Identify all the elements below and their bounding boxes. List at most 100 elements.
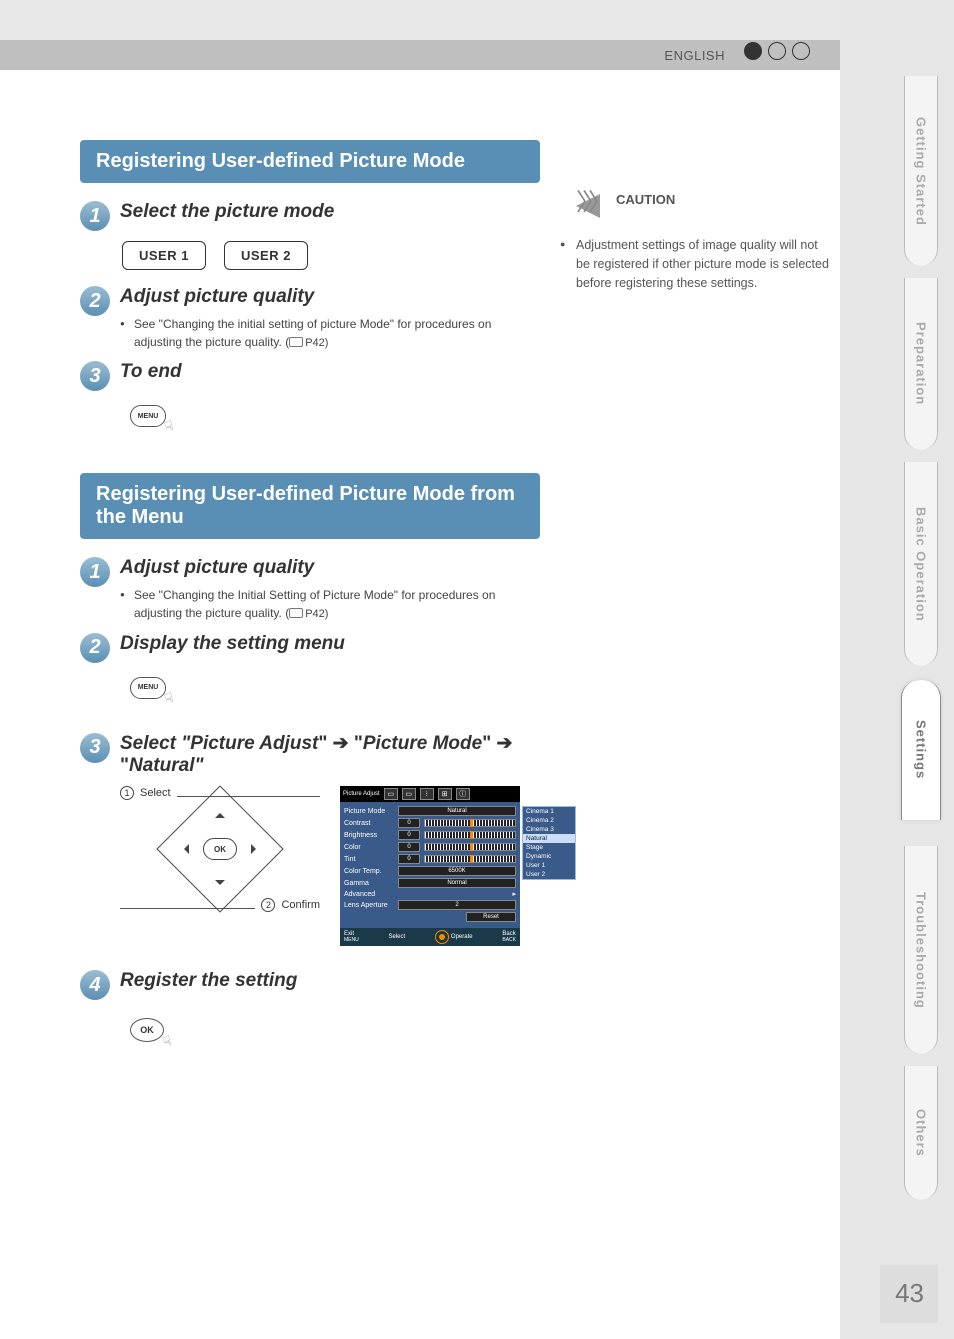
language-label: ENGLISH (664, 48, 725, 63)
s1-step2-bullet: See "Changing the initial setting of pic… (120, 315, 540, 352)
section2-header: Registering User-defined Picture Mode fr… (80, 473, 540, 539)
osd-tab-icon: ⁝ (420, 788, 434, 800)
user2-button[interactable]: USER 2 (224, 241, 308, 270)
s2-step2: 2 Display the setting menu (80, 633, 540, 663)
tab-troubleshooting[interactable]: Troubleshooting (904, 846, 938, 1054)
osd-label: Gamma (344, 880, 394, 887)
osd-popup-item: Natural (523, 834, 575, 843)
page-ref-icon (289, 337, 303, 347)
ok-button[interactable]: OK ☟ (130, 1018, 164, 1042)
osd-label: Picture Mode (344, 808, 394, 815)
s2-step4-title: Register the setting (120, 970, 540, 993)
s2-step1-bullet: See "Changing the Initial Setting of Pic… (120, 586, 540, 623)
tab-basic-operation[interactable]: Basic Operation (904, 462, 938, 666)
nav-diagram: 1 Select OK (120, 786, 320, 946)
osd-tab-icon: ▭ (384, 788, 398, 800)
arrow-down-icon (215, 880, 225, 890)
step-number-icon: 3 (80, 733, 110, 763)
t: Natural (129, 755, 194, 776)
joystick-icon (435, 930, 449, 944)
step-number-icon: 2 (80, 286, 110, 316)
arrow-right-icon (251, 844, 261, 854)
dot-outline-icon (792, 42, 810, 60)
s2-step3: 3 Select "Picture Adjust" ➔ "Picture Mod… (80, 733, 540, 947)
top-bar (0, 0, 840, 40)
user1-button[interactable]: USER 1 (122, 241, 206, 270)
osd-value: 2 (398, 900, 516, 910)
tab-label: Getting Started (914, 117, 929, 226)
ok-pill: OK (130, 1018, 164, 1042)
osd-screenshot: Picture Adjust ▭ ▭ ⁝ ⊞ ⓘ Picture Mode Nat… (340, 786, 520, 946)
t: Select " (120, 733, 190, 754)
tab-others[interactable]: Others (904, 1066, 938, 1200)
side-tabs: Getting Started Preparation Basic Operat… (844, 0, 954, 1339)
osd-value: Natural (398, 806, 516, 816)
osd-value: 0 (398, 830, 420, 840)
osd-popup-item: User 2 (523, 870, 575, 879)
user-buttons: USER 1 USER 2 (122, 241, 540, 270)
dot-outline-icon (768, 42, 786, 60)
osd-tab-icon: ⓘ (456, 788, 470, 800)
osd-foot-back-sub: BACK (502, 937, 516, 943)
osd-popup-item: Cinema 3 (523, 825, 575, 834)
menu-button[interactable]: MENU ☟ (130, 405, 166, 427)
dot-filled-icon (744, 42, 762, 60)
fig-select-label: Select (140, 787, 171, 799)
s1-step3: 3 To end (80, 361, 540, 391)
osd-value: 6500K (398, 866, 516, 876)
step-number-icon: 3 (80, 361, 110, 391)
osd-label: Advanced (344, 891, 394, 898)
menu-pill: MENU (130, 677, 166, 699)
page-ref: P42) (305, 608, 328, 620)
osd-tab-active: Picture Adjust (343, 791, 380, 797)
tab-getting-started[interactable]: Getting Started (904, 76, 938, 266)
step-number-icon: 1 (80, 201, 110, 231)
osd-label: Tint (344, 856, 394, 863)
tab-label: Preparation (914, 322, 929, 405)
s1-step3-title: To end (120, 361, 540, 384)
osd-label: Brightness (344, 832, 394, 839)
t: Picture Mode (363, 733, 482, 754)
tab-label: Settings (914, 720, 929, 779)
page-ref: P42) (305, 337, 328, 349)
osd-tabs: Picture Adjust ▭ ▭ ⁝ ⊞ ⓘ (340, 786, 520, 802)
tab-preparation[interactable]: Preparation (904, 278, 938, 450)
s2-step4: 4 Register the setting (80, 970, 540, 1000)
caution-box: 〉〉〉 CAUTION Adjustment settings of image… (560, 180, 830, 292)
caution-text: Adjustment settings of image quality wil… (560, 236, 830, 292)
language-dots (744, 42, 810, 60)
page: ENGLISH Registering User-defined Picture… (0, 0, 840, 1339)
figure-row: 1 Select OK (120, 786, 540, 946)
osd-footer: ExitMENU Select Operate BackBACK (340, 928, 520, 946)
fig-confirm-label: Confirm (281, 899, 320, 911)
s1-step2: 2 Adjust picture quality See "Changing t… (80, 286, 540, 351)
arrow-up-icon (215, 808, 225, 818)
step-number-icon: 4 (80, 970, 110, 1000)
osd-value: 0 (398, 854, 420, 864)
menu-pill: MENU (130, 405, 166, 427)
s1-step1-title: Select the picture mode (120, 201, 540, 224)
osd-popup-item: Stage (523, 843, 575, 852)
osd-body: Picture ModeNatural Contrast0 Brightness… (340, 802, 520, 928)
main-content: Registering User-defined Picture Mode 1 … (80, 140, 540, 1050)
caution-title: CAUTION (616, 192, 675, 207)
osd-foot-select: Select (388, 934, 405, 940)
page-ref-icon (289, 608, 303, 618)
s2-step2-title: Display the setting menu (120, 633, 540, 656)
menu-button[interactable]: MENU ☟ (130, 677, 166, 699)
osd-slider (424, 843, 516, 851)
tab-settings[interactable]: Settings (901, 680, 941, 820)
s2-step3-title: Select "Picture Adjust" ➔ "Picture Mode"… (120, 733, 540, 779)
hand-cursor-icon: ☟ (163, 417, 177, 436)
nav-ok-button[interactable]: OK (203, 838, 237, 860)
s2-step1: 1 Adjust picture quality See "Changing t… (80, 557, 540, 622)
osd-foot-exit-sub: MENU (344, 937, 359, 943)
nav-pad[interactable]: OK (175, 804, 265, 894)
arrow-left-icon (179, 844, 189, 854)
tab-label: Basic Operation (914, 507, 929, 622)
hand-cursor-icon: ☟ (163, 689, 177, 708)
osd-value: 0 (398, 818, 420, 828)
osd-popup-item: Dynamic (523, 852, 575, 861)
osd-foot-operate: Operate (451, 934, 473, 940)
t: " (194, 755, 203, 776)
